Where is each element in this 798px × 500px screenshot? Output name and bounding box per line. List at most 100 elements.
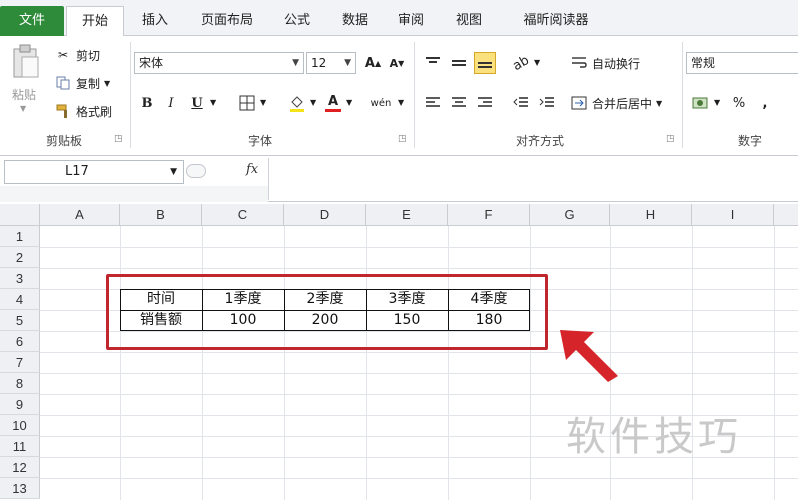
align-middle-button[interactable] [448,52,470,74]
wrap-text-icon [570,54,588,72]
chevron-down-icon[interactable]: ▼ [714,98,720,107]
fill-color-button[interactable] [286,92,308,114]
paste-button[interactable]: 粘贴 ▼ [6,42,46,122]
copy-button[interactable]: 复制 ▼ [54,72,110,94]
row-header-4[interactable]: 4 [0,289,40,310]
row-header-1[interactable]: 1 [0,226,40,247]
font-dialog-launcher-icon[interactable]: ◳ [398,134,407,144]
align-center-button[interactable] [448,92,470,114]
column-header-i[interactable]: I [692,204,774,226]
tab-home[interactable]: 开始 [66,6,124,37]
alignment-group-label: 对齐方式 [515,134,564,148]
formula-input[interactable] [270,158,798,200]
column-header-f[interactable]: F [448,204,530,226]
tab-foxit-reader[interactable]: 福昕阅读器 [506,6,606,36]
chevron-down-icon: ▼ [20,104,27,113]
italic-button[interactable]: I [160,92,182,114]
row-header-3[interactable]: 3 [0,268,40,289]
column-header-e[interactable]: E [366,204,448,226]
font-size-select[interactable]: 12 ▼ [306,52,356,74]
percent-style-button[interactable]: % [728,92,750,114]
merge-center-button[interactable]: 合并后居中 ▼ [570,92,662,114]
column-header-overflow [774,204,798,226]
row-header-9[interactable]: 9 [0,394,40,415]
tab-formulas[interactable]: 公式 [272,6,322,36]
copy-icon [54,74,72,92]
wrap-text-button[interactable]: 自动换行 [570,52,640,74]
column-header-d[interactable]: D [284,204,366,226]
orientation-button[interactable]: ab [510,52,532,74]
font-name-select[interactable]: 宋体 ▼ [134,52,304,74]
gridline [40,247,798,248]
row-header-8[interactable]: 8 [0,373,40,394]
caret-up-icon: ▲ [374,58,382,68]
tab-data[interactable]: 数据 [330,6,380,36]
gridline [40,478,798,479]
name-box[interactable]: L17 ▼ [4,160,184,184]
column-header-h[interactable]: H [610,204,692,226]
cut-label: 剪切 [76,48,101,63]
gridline [40,268,798,269]
align-left-button[interactable] [422,92,444,114]
increase-indent-icon [539,97,554,107]
column-header-c[interactable]: C [202,204,284,226]
align-bottom-button[interactable] [474,52,496,74]
chevron-down-icon[interactable]: ▼ [210,98,216,107]
row-header-5[interactable]: 5 [0,310,40,331]
shrink-font-button[interactable]: A ▼ [386,52,408,74]
row-header-13[interactable]: 13 [0,478,40,499]
row-header-11[interactable]: 11 [0,436,40,457]
cut-button[interactable]: ✂ 剪切 [54,44,100,66]
chevron-down-icon[interactable]: ▼ [398,98,404,107]
underline-button[interactable]: U [186,92,208,114]
align-center-icon [452,97,466,107]
tab-file[interactable]: 文件 [0,6,64,36]
row-header-7[interactable]: 7 [0,352,40,373]
tab-page-layout[interactable]: 页面布局 [188,6,266,36]
number-format-select[interactable]: 常规 [686,52,798,74]
increase-indent-button[interactable] [536,92,558,114]
ribbon: 粘贴 ▼ ✂ 剪切 复制 ▼ 格式刷 剪贴板 ◳ 宋体 ▼ 12 ▼ A ▲ A ▼… [0,36,798,156]
chevron-down-icon: ▼ [104,78,111,88]
borders-icon [239,95,255,111]
align-middle-icon [452,60,466,66]
comma-style-button[interactable]: , [754,92,776,114]
format-painter-button[interactable]: 格式刷 [54,100,112,122]
shrink-font-label: A [389,56,399,70]
select-all-corner[interactable] [0,204,40,226]
row-header-10[interactable]: 10 [0,415,40,436]
chevron-down-icon[interactable]: ▼ [310,98,316,107]
row-header-6[interactable]: 6 [0,331,40,352]
decrease-indent-button[interactable] [510,92,532,114]
chevron-down-icon[interactable]: ▼ [346,98,352,107]
font-group-label: 字体 [247,134,272,148]
row-header-12[interactable]: 12 [0,457,40,478]
chevron-down-icon[interactable]: ▼ [260,98,266,107]
clipboard-dialog-launcher-icon[interactable]: ◳ [114,134,123,144]
arrow-icon [560,330,618,382]
alignment-dialog-launcher-icon[interactable]: ◳ [666,134,675,144]
borders-button[interactable] [236,92,258,114]
bold-button[interactable]: B [136,92,158,114]
orientation-icon: ab [510,52,532,74]
formula-bar-strip [0,186,268,202]
tab-insert[interactable]: 插入 [130,6,180,36]
chevron-down-icon[interactable]: ▼ [534,58,540,67]
font-name-value: 宋体 [139,56,164,70]
tab-review[interactable]: 审阅 [386,6,436,36]
phonetic-guide-button[interactable]: wén [370,92,392,114]
column-header-b[interactable]: B [120,204,202,226]
align-right-button[interactable] [474,92,496,114]
grow-font-button[interactable]: A ▲ [362,52,384,74]
align-bottom-icon [478,62,492,68]
insert-function-icon[interactable]: fx [246,162,258,177]
accounting-format-button[interactable] [690,92,712,114]
row-header-2[interactable]: 2 [0,247,40,268]
font-color-button[interactable]: A [322,92,344,114]
tab-view[interactable]: 视图 [444,6,494,36]
align-top-icon [426,57,440,63]
column-header-g[interactable]: G [530,204,610,226]
align-top-button[interactable] [422,52,444,74]
column-header-a[interactable]: A [40,204,120,226]
formula-bar-splitter[interactable] [186,164,206,178]
